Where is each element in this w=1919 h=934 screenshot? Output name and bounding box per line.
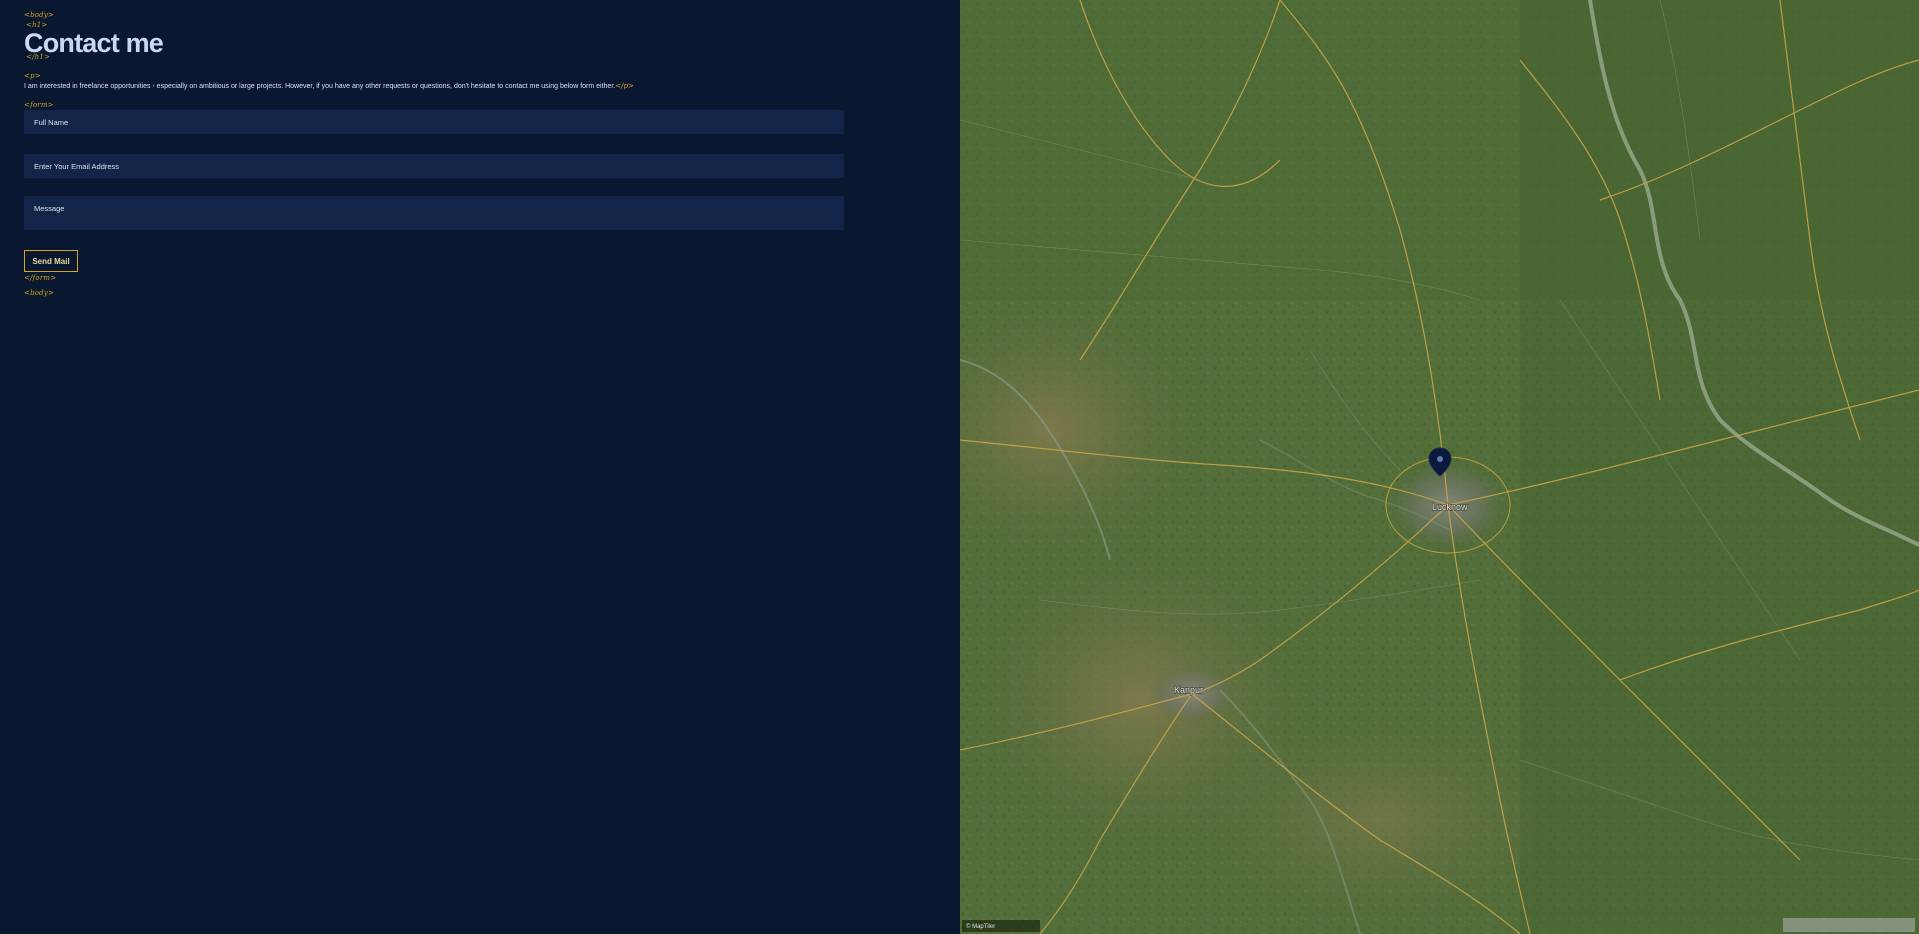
- email-input[interactable]: [24, 154, 844, 178]
- map-label-second-city: Kanpur: [1174, 685, 1203, 695]
- message-textarea[interactable]: [24, 196, 844, 230]
- p-open-tag: <p>: [24, 72, 41, 80]
- satellite-map[interactable]: Lucknow Kanpur: [960, 0, 1919, 934]
- send-mail-button[interactable]: Send Mail: [24, 250, 78, 272]
- map-attribution[interactable]: © MapTiler: [966, 924, 995, 930]
- map-panel[interactable]: Lucknow Kanpur © MapTiler: [960, 0, 1919, 934]
- map-label-main-city: Lucknow: [1432, 502, 1468, 512]
- dry-area-south: [1190, 710, 1570, 930]
- body-open-tag: <body>: [24, 11, 55, 19]
- form-close-tag: </form>: [24, 274, 57, 282]
- intro-text: I am interested in freelance opportuniti…: [24, 83, 616, 90]
- intro-paragraph: I am interested in freelance opportuniti…: [24, 82, 634, 90]
- full-name-input[interactable]: [24, 110, 844, 134]
- map-attribution-bar: [1783, 918, 1915, 932]
- page: <body> <h1> Contact me </h1> <p> I am in…: [0, 0, 1919, 934]
- form-open-tag: <form>: [24, 101, 54, 109]
- p-close-tag: </p>: [615, 82, 634, 90]
- contact-panel: <body> <h1> Contact me </h1> <p> I am in…: [0, 0, 960, 934]
- body-close-tag: <body>: [24, 289, 55, 297]
- h1-close-tag: </h1>: [26, 53, 51, 61]
